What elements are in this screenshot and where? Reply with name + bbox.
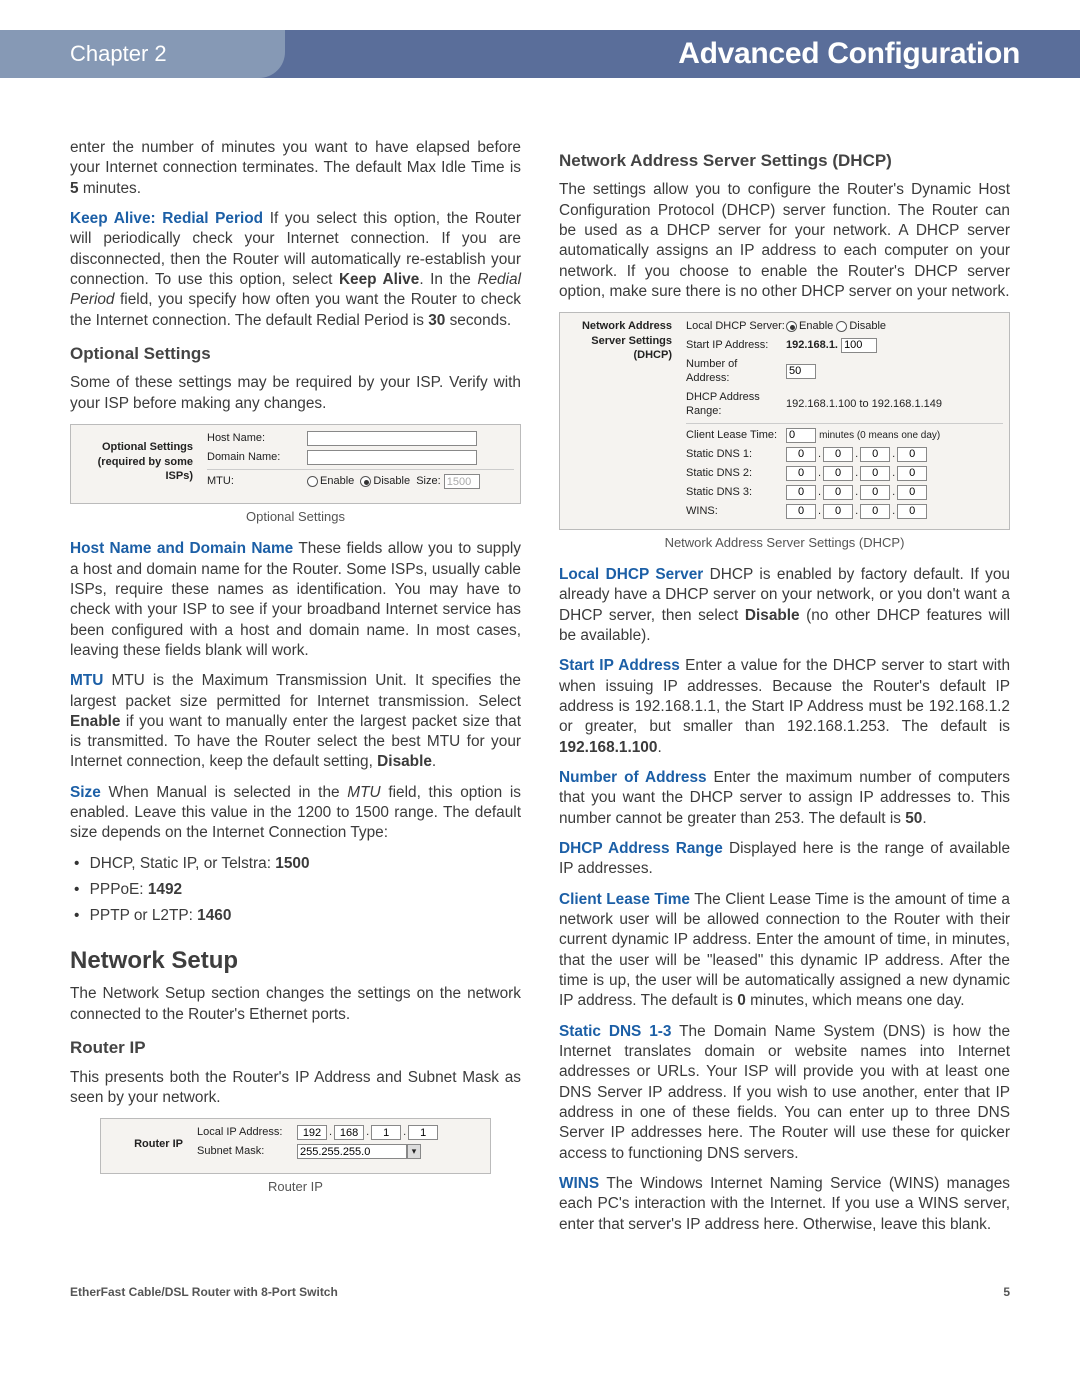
body-text: Some of these settings may be required b… — [70, 373, 521, 414]
fig-section-subtitle: Server Settings (DHCP) — [566, 334, 672, 363]
radio-label: Enable — [799, 319, 833, 334]
unit-label: minutes (0 means one day) — [819, 429, 940, 442]
dns3-octet-input[interactable] — [897, 485, 927, 500]
body-text: This presents both the Router's IP Addre… — [70, 1068, 521, 1109]
wins-octet-input[interactable] — [786, 504, 816, 519]
range-value: 192.168.1.100 to 192.168.1.149 — [786, 397, 942, 412]
body-text: WINS The Windows Internet Naming Service… — [559, 1174, 1010, 1235]
dns3-octet-input[interactable] — [860, 485, 890, 500]
fig-label: Host Name: — [207, 431, 307, 446]
figure-dhcp: Network Address Server Settings (DHCP) L… — [559, 312, 1010, 530]
chevron-down-icon[interactable]: ▾ — [407, 1144, 421, 1159]
fig-label: Local DHCP Server: — [686, 319, 786, 334]
fig-label: MTU: — [207, 474, 307, 489]
dns1-octet-input[interactable] — [897, 447, 927, 462]
subnet-mask-select[interactable] — [297, 1144, 407, 1159]
body-text: Client Lease Time The Client Lease Time … — [559, 890, 1010, 1012]
fig-label: Size: — [416, 474, 440, 489]
left-column: enter the number of minutes you want to … — [70, 138, 521, 1245]
body-text: Start IP Address Enter a value for the D… — [559, 656, 1010, 758]
body-text: Local DHCP Server DHCP is enabled by fac… — [559, 565, 1010, 646]
fig-section-title: Router IP — [107, 1137, 197, 1152]
num-address-input[interactable] — [786, 364, 816, 379]
radio-label: Enable — [320, 474, 354, 489]
body-text: Host Name and Domain Name These fields a… — [70, 539, 521, 661]
heading-network-setup: Network Setup — [70, 945, 521, 977]
list-item: DHCP, Static IP, or Telstra: 1500 — [88, 854, 521, 874]
fig-label: Static DNS 1: — [686, 447, 786, 462]
wins-octet-input[interactable] — [860, 504, 890, 519]
wins-octet-input[interactable] — [823, 504, 853, 519]
lease-time-input[interactable] — [786, 428, 816, 443]
figure-caption: Router IP — [70, 1178, 521, 1195]
body-text: The Network Setup section changes the se… — [70, 984, 521, 1025]
ip-octet-input[interactable] — [408, 1125, 438, 1140]
fig-label: Client Lease Time: — [686, 428, 786, 443]
size-list: DHCP, Static IP, or Telstra: 1500 PPPoE:… — [70, 854, 521, 927]
fig-section-title: Network Address — [566, 319, 672, 334]
dns2-octet-input[interactable] — [860, 466, 890, 481]
page-number: 5 — [1003, 1285, 1010, 1299]
body-text: enter the number of minutes you want to … — [70, 138, 521, 199]
domain-name-input[interactable] — [307, 450, 477, 465]
page-title: Advanced Configuration — [678, 30, 1050, 78]
ip-octet-input[interactable] — [371, 1125, 401, 1140]
dns3-octet-input[interactable] — [823, 485, 853, 500]
fig-label: Local IP Address: — [197, 1125, 297, 1140]
list-item: PPTP or L2TP: 1460 — [88, 906, 521, 926]
dns1-octet-input[interactable] — [860, 447, 890, 462]
host-name-input[interactable] — [307, 431, 477, 446]
fig-label: Static DNS 3: — [686, 485, 786, 500]
body-text: Size When Manual is selected in the MTU … — [70, 783, 521, 844]
figure-caption: Network Address Server Settings (DHCP) — [559, 534, 1010, 551]
ip-octet-input[interactable] — [334, 1125, 364, 1140]
body-text: Keep Alive: Redial Period If you select … — [70, 209, 521, 331]
fig-section-subtitle: (required by some ISPs) — [77, 455, 193, 484]
figure-router-ip: Router IP Local IP Address: . . . Subnet… — [100, 1118, 491, 1174]
dns2-octet-input[interactable] — [897, 466, 927, 481]
right-column: Network Address Server Settings (DHCP) T… — [559, 138, 1010, 1245]
body-text: MTU MTU is the Maximum Transmission Unit… — [70, 671, 521, 773]
ip-octet-input[interactable] — [297, 1125, 327, 1140]
heading-router-ip: Router IP — [70, 1037, 521, 1059]
fig-label: WINS: — [686, 504, 786, 519]
dns2-octet-input[interactable] — [786, 466, 816, 481]
dhcp-enable-radio[interactable] — [786, 321, 797, 332]
radio-label: Disable — [373, 474, 410, 489]
heading-optional-settings: Optional Settings — [70, 343, 521, 365]
fig-section-title: Optional Settings — [77, 440, 193, 455]
wins-octet-input[interactable] — [897, 504, 927, 519]
figure-optional-settings: Optional Settings (required by some ISPs… — [70, 424, 521, 504]
mtu-enable-radio[interactable] — [307, 476, 318, 487]
body-text: DHCP Address Range Displayed here is the… — [559, 839, 1010, 880]
body-text: Static DNS 1-3 The Domain Name System (D… — [559, 1022, 1010, 1164]
body-text: The settings allow you to configure the … — [559, 180, 1010, 302]
fig-label: Domain Name: — [207, 450, 307, 465]
dns3-octet-input[interactable] — [786, 485, 816, 500]
radio-label: Disable — [849, 319, 886, 334]
start-ip-input[interactable] — [841, 338, 877, 353]
fig-label: Subnet Mask: — [197, 1144, 297, 1159]
mtu-disable-radio[interactable] — [360, 476, 371, 487]
fig-label: Number ofAddress: — [686, 357, 786, 386]
figure-caption: Optional Settings — [70, 508, 521, 525]
page-header: Chapter 2 Advanced Configuration — [70, 30, 1010, 78]
fig-label: Static DNS 2: — [686, 466, 786, 481]
dns2-octet-input[interactable] — [823, 466, 853, 481]
fig-label: DHCP AddressRange: — [686, 390, 786, 419]
dhcp-disable-radio[interactable] — [836, 321, 847, 332]
ip-prefix: 192.168.1. — [786, 338, 838, 353]
page-footer: EtherFast Cable/DSL Router with 8-Port S… — [70, 1285, 1010, 1299]
chapter-label: Chapter 2 — [0, 30, 285, 78]
fig-label: Start IP Address: — [686, 338, 786, 353]
heading-dhcp: Network Address Server Settings (DHCP) — [559, 150, 1010, 172]
mtu-size-input[interactable] — [444, 474, 480, 489]
dns1-octet-input[interactable] — [786, 447, 816, 462]
body-text: Number of Address Enter the maximum numb… — [559, 768, 1010, 829]
product-name: EtherFast Cable/DSL Router with 8-Port S… — [70, 1285, 338, 1299]
list-item: PPPoE: 1492 — [88, 880, 521, 900]
dns1-octet-input[interactable] — [823, 447, 853, 462]
